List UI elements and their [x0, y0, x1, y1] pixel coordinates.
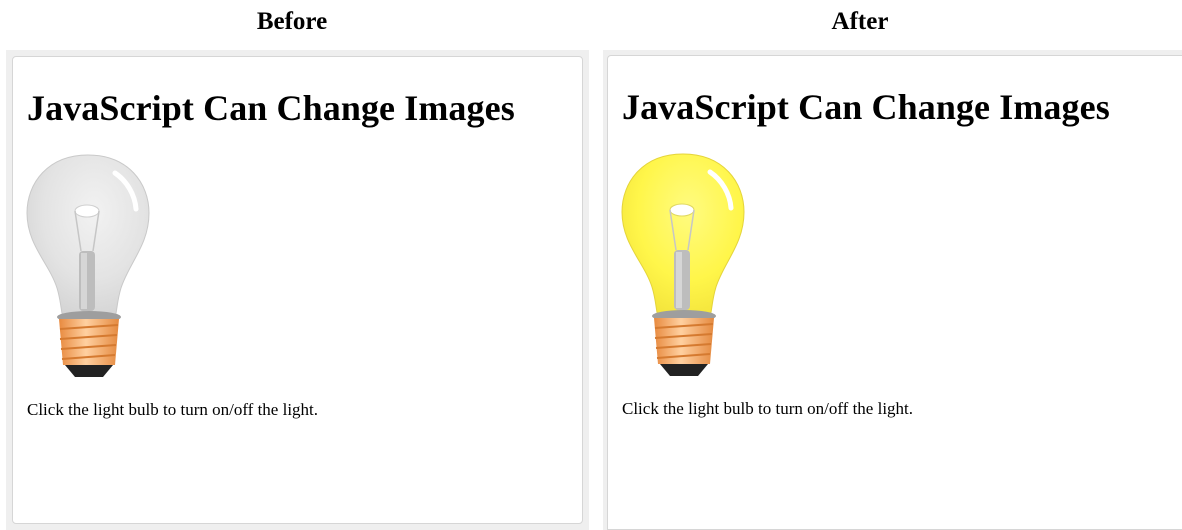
lightbulb-off-graphic	[26, 154, 150, 377]
page-title: JavaScript Can Change Images	[27, 88, 515, 128]
lightbulb-on-icon[interactable]	[618, 152, 748, 382]
before-label: Before	[256, 8, 328, 35]
lightbulb-on-graphic	[621, 153, 745, 376]
instruction-text: Click the light bulb to turn on/off the …	[27, 400, 319, 419]
before-panel: JavaScript Can Change Images Click the l…	[6, 50, 589, 530]
instruction-text: Click the light bulb to turn on/off the …	[622, 399, 914, 418]
after-panel: JavaScript Can Change Images Click the l…	[603, 50, 1182, 530]
after-label: After	[831, 8, 889, 35]
lightbulb-off-icon[interactable]	[23, 153, 153, 383]
page-title: JavaScript Can Change Images	[622, 87, 1110, 127]
after-page-frame: JavaScript Can Change Images Click the l…	[607, 55, 1182, 530]
before-page-frame: JavaScript Can Change Images Click the l…	[12, 56, 583, 524]
